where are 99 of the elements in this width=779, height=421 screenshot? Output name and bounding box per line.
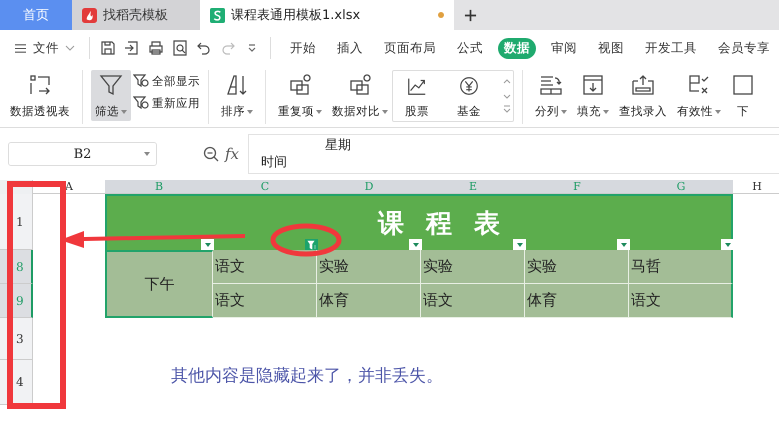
table-cell: 实验	[421, 250, 525, 284]
ribbon-small-button[interactable]: 重新应用	[133, 95, 200, 111]
button-label: 重复项	[278, 104, 322, 119]
ribbon-icon	[631, 73, 655, 97]
button-label: 筛选	[95, 104, 127, 119]
table-cell: 语文	[421, 284, 525, 318]
table-cell: 体育	[317, 284, 421, 318]
menu-icon[interactable]	[14, 42, 27, 54]
filter-dropdown[interactable]	[617, 239, 630, 250]
zoom-out-icon[interactable]	[203, 146, 219, 162]
tab-label: 课程表通用模板1.xlsx	[231, 7, 360, 24]
ribbon-button[interactable]: 有效性	[673, 70, 725, 121]
button-label: 下	[737, 104, 749, 119]
ribbon-button[interactable]: 排序	[217, 70, 257, 121]
ribbon-tab[interactable]: 页面布局	[378, 38, 442, 58]
chevron-down-icon[interactable]	[65, 45, 75, 51]
filter-dropdown[interactable]	[305, 239, 318, 250]
note-text: 其他内容是隐藏起来了，并非丢失。	[170, 365, 444, 388]
ribbon-tab[interactable]: 公式	[451, 38, 489, 58]
ribbon-button[interactable]: 基金	[453, 71, 485, 121]
annotation-ellipse	[270, 224, 342, 256]
ribbon-icon	[348, 73, 372, 97]
button-label: 分列	[535, 104, 567, 119]
caret-icon	[561, 110, 567, 114]
tab-label: 找稻壳模板	[103, 7, 168, 24]
table-cell: 体育	[525, 284, 629, 318]
filter-dropdown[interactable]	[201, 239, 214, 250]
ribbon-button[interactable]: 分列	[531, 70, 571, 121]
table-cell: 语文	[629, 284, 733, 318]
funnel-icon	[133, 73, 149, 89]
formula-input[interactable]: 星期 时间	[248, 134, 779, 174]
table-cell: 语文	[213, 284, 317, 318]
ribbon-icon	[581, 73, 605, 97]
ribbon-button[interactable]: 填充	[573, 70, 613, 121]
cell-reference: B2	[74, 146, 92, 162]
button-label: 股票	[405, 104, 429, 119]
ribbon-button[interactable]: 查找录入	[615, 70, 671, 121]
yuan-icon	[457, 75, 481, 97]
ribbon-button[interactable]: 数据对比	[328, 70, 392, 121]
button-label: 数据对比	[332, 104, 388, 119]
new-tab-icon[interactable]	[464, 9, 477, 22]
button-label: 重新应用	[152, 96, 200, 110]
ribbon-button[interactable]: 数据透视表	[6, 70, 74, 121]
ribbon-tab[interactable]: 视图	[592, 38, 630, 58]
table-title: 课程表	[378, 208, 522, 240]
filter-dropdown[interactable]	[721, 239, 734, 250]
table-cell: 实验	[317, 250, 421, 284]
button-label: 填充	[577, 104, 609, 119]
table-cell: 马哲	[629, 250, 733, 284]
table-cell: 实验	[525, 250, 629, 284]
file-menu[interactable]: 文件	[33, 40, 59, 56]
ribbon-tab[interactable]: 会员专享	[712, 38, 776, 58]
ribbon-button[interactable]: 筛选	[91, 70, 131, 121]
button-label: 数据透视表	[10, 104, 70, 119]
button-label: 基金	[457, 104, 481, 119]
column-header[interactable]: H	[733, 180, 779, 194]
flame-icon	[82, 8, 97, 22]
caret-icon	[382, 110, 388, 114]
print-icon[interactable]	[148, 40, 164, 56]
caret-icon	[121, 110, 127, 114]
preview-icon[interactable]	[172, 40, 188, 56]
ribbon-icon	[731, 73, 755, 97]
ribbon-tab[interactable]: 插入	[331, 38, 369, 58]
ribbon-button[interactable]: 重复项	[274, 70, 326, 121]
funnel-icon	[133, 95, 149, 111]
ribbon-button[interactable]: 股票	[401, 71, 433, 121]
table-cell: 语文	[213, 250, 317, 284]
filter-icon	[306, 240, 316, 250]
button-label: 有效性	[677, 104, 721, 119]
ribbon-icon	[99, 73, 123, 97]
tab-label: 首页	[23, 7, 49, 24]
ribbon-tab[interactable]: 审阅	[545, 38, 583, 58]
filter-dropdown[interactable]	[409, 239, 422, 250]
caret-icon	[247, 110, 253, 114]
export-icon[interactable]	[124, 40, 140, 56]
sheet-logo-icon	[210, 8, 225, 22]
ribbon-icon	[28, 73, 52, 97]
filter-dropdown[interactable]	[513, 239, 526, 250]
ribbon-icon	[288, 73, 312, 97]
table-cell: 下午	[105, 250, 213, 318]
caret-icon	[715, 110, 721, 114]
ribbon-tab[interactable]: 开始	[284, 38, 322, 58]
ribbon-icon	[225, 73, 249, 97]
ribbon-tab[interactable]: 开发工具	[639, 38, 703, 58]
unsaved-dot-icon	[438, 12, 444, 18]
caret-icon	[144, 152, 150, 156]
button-label: 查找录入	[619, 104, 667, 119]
name-box[interactable]: B2	[8, 142, 157, 166]
ribbon-small-button[interactable]: 全部显示	[133, 73, 200, 89]
caret-icon	[603, 110, 609, 114]
function-label[interactable]: fx	[225, 145, 240, 163]
ribbon-button[interactable]: 下	[727, 70, 759, 121]
button-label: 排序	[221, 104, 253, 119]
undo-icon[interactable]	[196, 40, 212, 56]
document-tab[interactable]: 课程表通用模板1.xlsx	[200, 0, 454, 30]
save-icon[interactable]	[100, 40, 116, 56]
document-tab[interactable]: 找稻壳模板	[72, 0, 200, 30]
caret-icon	[316, 110, 322, 114]
button-label: 全部显示	[152, 74, 200, 88]
